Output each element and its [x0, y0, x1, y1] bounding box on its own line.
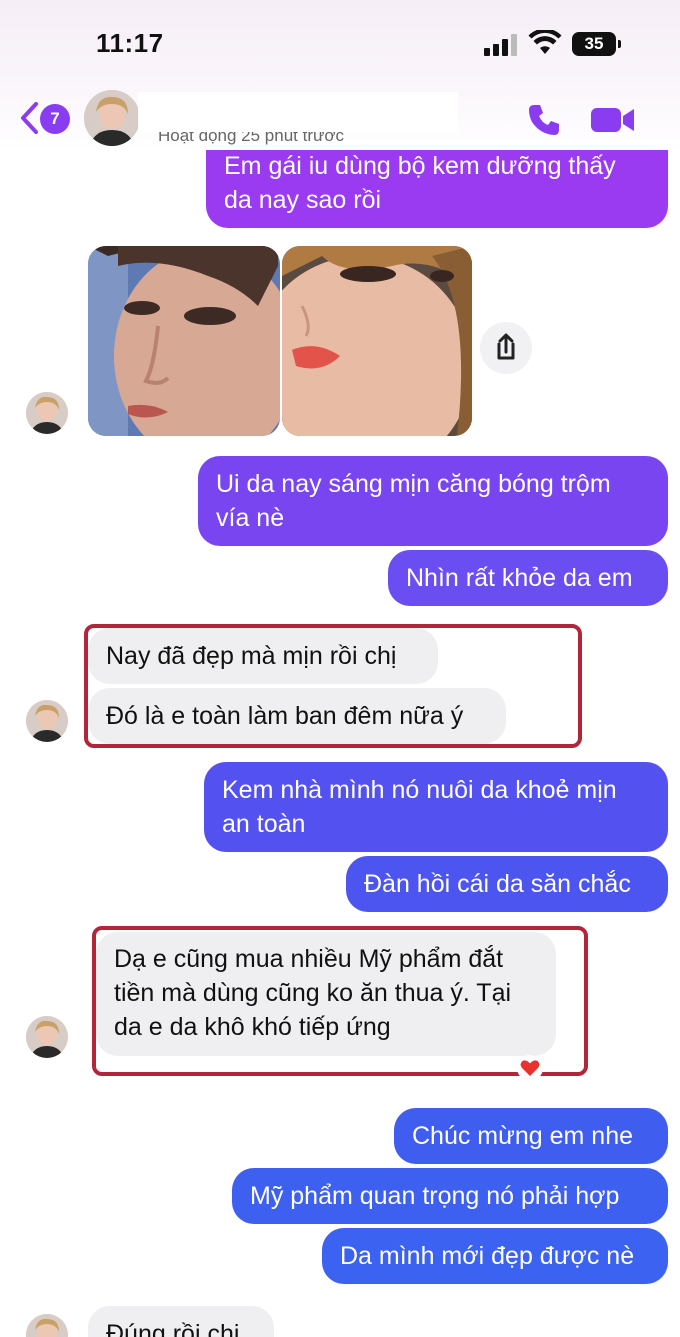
message-bubble-outgoing[interactable]: Nhìn rất khỏe da em	[388, 550, 668, 606]
message-text: Dạ e cũng mua nhiều Mỹ phẩm đắt tiền mà …	[114, 945, 512, 1041]
cellular-signal-icon	[484, 34, 518, 56]
message-text: Mỹ phẩm quan trọng nó phải hợp	[250, 1182, 620, 1210]
chevron-left-icon[interactable]	[18, 100, 40, 136]
message-text: Nhìn rất khỏe da em	[406, 564, 633, 592]
message-bubble-outgoing[interactable]: Kem nhà mình nó nuôi da khoẻ mịn an toàn	[204, 762, 668, 852]
message-text: Ui da nay sáng mịn căng bóng trộm vía nè	[216, 470, 611, 532]
message-bubble-incoming[interactable]: Dạ e cũng mua nhiều Mỹ phẩm đắt tiền mà …	[96, 932, 556, 1056]
contact-avatar-small[interactable]	[26, 1016, 68, 1058]
message-bubble-outgoing[interactable]: Ui da nay sáng mịn căng bóng trộm vía nè	[198, 456, 668, 546]
contact-avatar[interactable]	[84, 90, 140, 146]
message-text: Đó là e toàn làm ban đêm nữa ý	[106, 702, 464, 730]
contact-avatar-small[interactable]	[26, 1314, 68, 1337]
message-text: Da mình mới đẹp được nè	[340, 1242, 635, 1270]
battery-level: 35	[572, 32, 616, 56]
message-bubble-outgoing[interactable]: Em gái iu dùng bộ kem dưỡng thấy da nay …	[206, 150, 668, 228]
message-text: Kem nhà mình nó nuôi da khoẻ mịn an toàn	[222, 776, 617, 838]
message-bubble-outgoing[interactable]: Chúc mừng em nhe	[394, 1108, 668, 1164]
share-icon[interactable]	[480, 322, 532, 374]
message-bubble-outgoing[interactable]: Da mình mới đẹp được nè	[322, 1228, 668, 1284]
message-text: Nay đã đẹp mà mịn rồi chị	[106, 642, 397, 670]
status-bar: 11:17 35	[0, 0, 680, 90]
conversation-header: 7 Hoạt động 25 phút trước	[0, 88, 680, 152]
contact-avatar-small[interactable]	[26, 700, 68, 742]
message-bubble-incoming[interactable]: Đúng rồi chị	[88, 1306, 274, 1337]
message-text: Em gái iu dùng bộ kem dưỡng thấy da nay …	[224, 152, 616, 214]
message-list: Em gái iu dùng bộ kem dưỡng thấy da nay …	[0, 150, 680, 1337]
status-time: 11:17	[96, 28, 164, 58]
video-camera-icon[interactable]	[590, 104, 636, 136]
message-bubble-outgoing[interactable]: Đàn hồi cái da săn chắc	[346, 856, 668, 912]
contact-name-redacted	[138, 92, 458, 132]
message-bubble-outgoing[interactable]: Mỹ phẩm quan trọng nó phải hợp	[232, 1168, 668, 1224]
message-text: Chúc mừng em nhe	[412, 1122, 634, 1150]
unread-count-badge[interactable]: 7	[40, 104, 70, 134]
message-bubble-incoming[interactable]: Đó là e toàn làm ban đêm nữa ý	[88, 688, 506, 744]
contact-avatar-small[interactable]	[26, 392, 68, 434]
phone-icon[interactable]	[526, 102, 562, 138]
message-photo[interactable]	[282, 246, 472, 436]
message-photo[interactable]	[88, 246, 280, 436]
message-bubble-incoming[interactable]: Nay đã đẹp mà mịn rồi chị	[88, 628, 438, 684]
battery-icon: 35	[572, 32, 622, 56]
heart-icon[interactable]	[516, 1054, 544, 1082]
message-text: Đàn hồi cái da săn chắc	[364, 870, 631, 898]
wifi-icon	[528, 30, 562, 54]
message-text: Đúng rồi chị	[106, 1320, 240, 1337]
